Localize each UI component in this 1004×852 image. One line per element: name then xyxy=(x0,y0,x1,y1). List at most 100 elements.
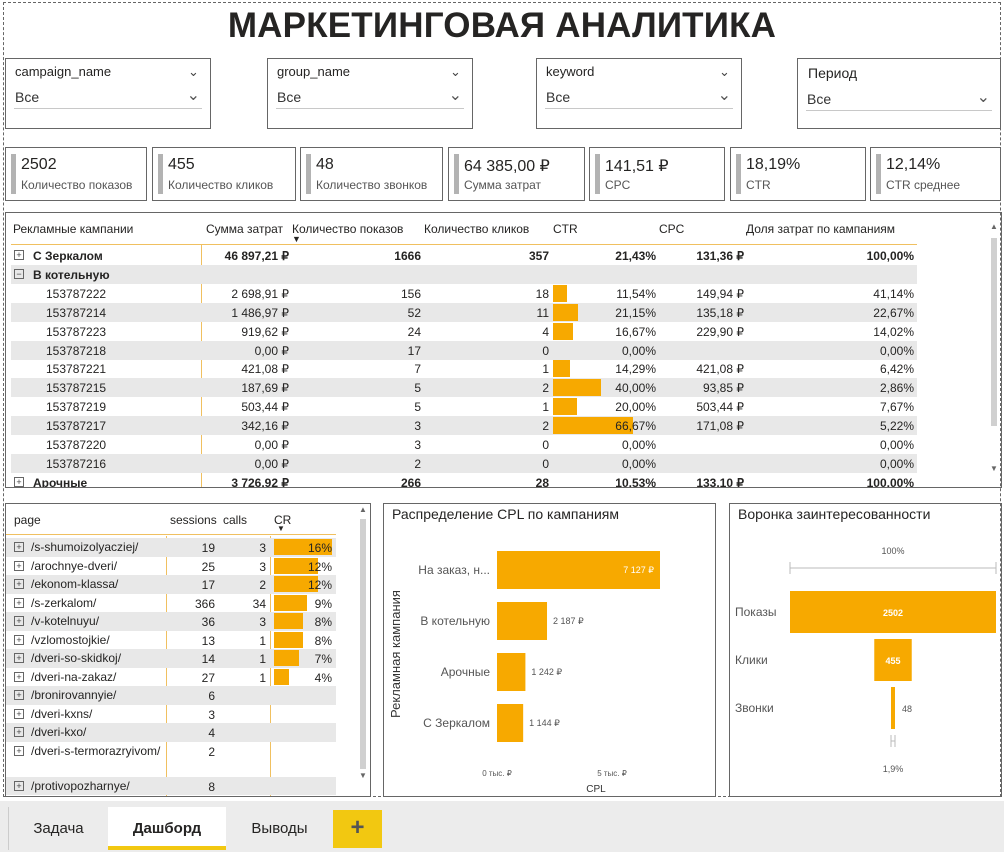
chevron-down-icon[interactable]: ⌄ xyxy=(719,64,730,80)
add-page-button[interactable]: + xyxy=(333,810,382,848)
matrix-row[interactable]: 153787222 2 698,91 ₽ 156 18 11,54% 149,94 ₽ 41… xyxy=(11,284,917,303)
table-row[interactable]: + /arochnye-dveri/25 3 12% xyxy=(6,557,336,576)
matrix-group-row[interactable]: + Арочные 3 726,92 ₽ 266 28 10,53% 133,10 ₽ 100… xyxy=(11,473,917,487)
table-row[interactable]: + /dveri-so-skidkoj/14 1 7% xyxy=(6,649,336,668)
matrix-row[interactable]: 153787216 0,00 ₽ 2 0 0,00% 0,00% xyxy=(11,453,917,473)
scroll-down-icon[interactable]: ▼ xyxy=(990,464,998,473)
cell-share: 14,02% xyxy=(873,324,914,339)
slicer-campaign-name[interactable]: campaign_name ⌄ Все ⌄ xyxy=(5,58,211,129)
sort-descending-icon[interactable]: ▼ xyxy=(277,524,285,533)
cpl-bar[interactable] xyxy=(497,653,526,691)
slicer-group-name[interactable]: group_name ⌄ Все ⌄ xyxy=(267,58,473,129)
ctr-data-bar xyxy=(553,360,571,378)
column-header[interactable]: Доля затрат по кампаниям xyxy=(746,222,895,236)
column-header[interactable]: page xyxy=(14,513,41,527)
matrix-row[interactable]: 153787219 503,44 ₽ 5 1 20,00% 503,44 ₽ 7,67% xyxy=(11,397,917,416)
expand-icon[interactable]: + xyxy=(14,708,24,719)
table-row[interactable]: + /dveri-na-zakaz/27 1 4% xyxy=(6,668,336,687)
tab-zadacha[interactable]: Задача xyxy=(10,807,107,850)
collapse-icon[interactable]: − xyxy=(14,268,24,279)
expand-icon[interactable]: + xyxy=(14,727,24,737)
column-header[interactable]: sessions xyxy=(170,513,217,527)
matrix-row[interactable]: 153787218 0,00 ₽ 17 0 0,00% 0,00% xyxy=(11,340,917,360)
column-header[interactable]: calls xyxy=(223,513,247,527)
kpi-caption: CTR xyxy=(746,178,771,192)
column-header[interactable]: CTR xyxy=(553,222,578,236)
table-row[interactable]: + /bronirovannyie/6 xyxy=(6,686,336,705)
slicer-period[interactable]: Период Все ⌄ xyxy=(797,58,1001,129)
expand-icon[interactable]: + xyxy=(14,476,24,487)
column-header[interactable]: Количество показов xyxy=(292,222,403,236)
tab-dashboard[interactable]: Дашборд xyxy=(108,807,226,850)
expand-icon[interactable]: + xyxy=(14,542,24,552)
matrix-row[interactable]: 153787220 0,00 ₽ 3 0 0,00% 0,00% xyxy=(11,435,917,454)
matrix-row[interactable]: 153787221 421,08 ₽ 7 1 14,29% 421,08 ₽ 6,42% xyxy=(11,359,917,378)
scroll-down-icon[interactable]: ▼ xyxy=(359,771,367,780)
matrix-row[interactable]: 153787217 342,16 ₽ 3 2 66,67% 171,08 ₽ 5,22% xyxy=(11,416,917,436)
cpl-bar[interactable] xyxy=(497,602,548,640)
cell-ctr: 0,00% xyxy=(621,438,656,452)
y-axis-title: Рекламная кампания xyxy=(388,590,403,718)
table-row[interactable]: + /v-kotelnuyu/36 3 8% xyxy=(6,612,336,631)
expand-icon[interactable]: + xyxy=(14,560,24,571)
kpi-caption: CPC xyxy=(605,178,631,192)
cell-share: 0,00% xyxy=(879,343,914,358)
cell-share: 0,00% xyxy=(879,438,914,452)
table-row[interactable]: + /ekonom-klassa/17 2 12% xyxy=(6,575,336,594)
column-header[interactable]: CPC xyxy=(659,222,684,236)
table-row[interactable]: + /vzlomostojkie/13 1 8% xyxy=(6,631,336,650)
slicer-dropdown[interactable]: Все ⌄ xyxy=(545,83,733,109)
slicer-label: keyword xyxy=(546,64,595,79)
scrollbar-thumb[interactable] xyxy=(360,519,366,769)
expand-icon[interactable]: + xyxy=(14,616,24,626)
scroll-up-icon[interactable]: ▲ xyxy=(990,222,998,231)
expand-icon[interactable]: + xyxy=(14,671,24,682)
matrix-group-row[interactable]: − В котельную xyxy=(11,264,917,284)
expand-icon[interactable]: + xyxy=(14,690,24,700)
matrix-group-row[interactable]: + С Зеркалом 46 897,21 ₽ 1666 357 21,43% 131,3… xyxy=(11,246,917,265)
matrix-row[interactable]: 153787215 187,69 ₽ 5 2 40,00% 93,85 ₽ 2,86% xyxy=(11,378,917,398)
cell-ctr: 66,67% xyxy=(615,419,656,434)
cell-shows: 52 xyxy=(407,305,421,320)
column-header[interactable]: Рекламные кампании xyxy=(13,222,133,236)
table-row[interactable]: + /dveri-kxo/4 xyxy=(6,723,336,742)
column-header[interactable]: Количество кликов xyxy=(424,222,529,236)
scrollbar-thumb[interactable] xyxy=(991,238,997,426)
cpl-bar[interactable] xyxy=(497,704,524,742)
cell-clicks: 357 xyxy=(528,249,549,263)
table-row[interactable]: + /dveri-kxns/3 xyxy=(6,705,336,724)
ctr-data-bar xyxy=(553,322,573,340)
slicer-dropdown[interactable]: Все ⌄ xyxy=(276,83,464,109)
table-row[interactable]: + /s-zerkalom/366 34 9% xyxy=(6,594,336,613)
table-row[interactable]: + /s-shumoizolyacziej/19 3 16% xyxy=(6,538,336,557)
expand-icon[interactable]: + xyxy=(14,634,24,645)
expand-icon[interactable]: + xyxy=(14,597,24,608)
slicer-dropdown[interactable]: Все ⌄ xyxy=(14,83,202,109)
sort-descending-icon[interactable]: ▼ xyxy=(292,234,301,244)
matrix-row[interactable]: 153787214 1 486,97 ₽ 52 11 21,15% 135,18 ₽ 22,… xyxy=(11,302,917,322)
expand-icon[interactable]: + xyxy=(14,579,24,589)
cr-data-bar xyxy=(274,594,307,611)
cell-clicks: 0 xyxy=(542,456,549,471)
kpi-value: 48 xyxy=(316,156,334,173)
cell-calls: 2 xyxy=(259,578,266,592)
matrix-row[interactable]: 153787223 919,62 ₽ 24 4 16,67% 229,90 ₽ 14,02% xyxy=(11,322,917,341)
expand-icon[interactable]: + xyxy=(14,250,24,260)
expand-icon[interactable]: + xyxy=(14,780,24,791)
column-header[interactable]: Сумма затрат xyxy=(206,222,283,236)
chevron-down-icon[interactable]: ⌄ xyxy=(188,64,199,80)
kpi-value: 141,51 ₽ xyxy=(605,158,669,175)
slicer-keyword[interactable]: keyword ⌄ Все ⌄ xyxy=(536,58,742,129)
table-row[interactable]: + /protivopozharnye/8 xyxy=(6,776,336,795)
funnel-bar[interactable] xyxy=(891,687,895,729)
expand-icon[interactable]: + xyxy=(14,653,24,663)
campaign-matrix: Рекламные кампании Сумма затрат Количест… xyxy=(5,212,1002,488)
slicer-dropdown[interactable]: Все ⌄ xyxy=(806,85,992,111)
expand-icon[interactable]: + xyxy=(14,745,24,756)
chevron-down-icon[interactable]: ⌄ xyxy=(450,64,461,80)
kpi-card-ctr-avg: 12,14% CTR среднее xyxy=(870,147,1001,201)
scroll-up-icon[interactable]: ▲ xyxy=(359,505,367,514)
tab-vyvody[interactable]: Выводы xyxy=(227,807,332,850)
campaign-name: 153787216 xyxy=(46,456,107,471)
table-row[interactable]: + /dveri-s-termorazryivom/2 xyxy=(6,742,336,777)
